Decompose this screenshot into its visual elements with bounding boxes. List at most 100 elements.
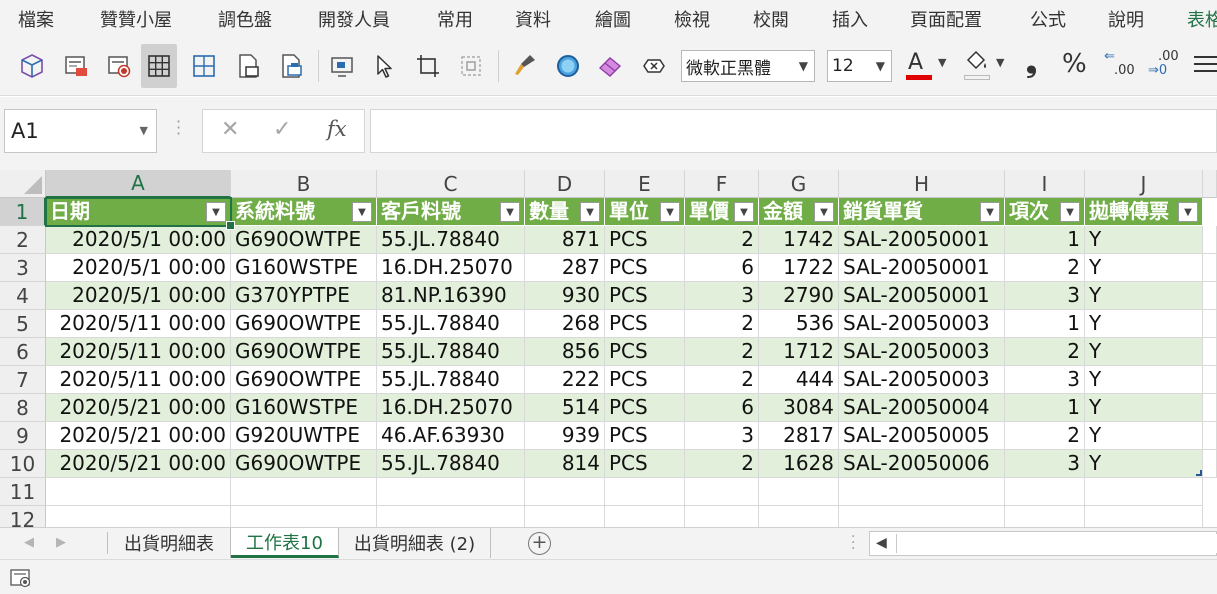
record-macro-icon[interactable] <box>101 44 137 88</box>
table-cell[interactable]: 55.JL.78840 <box>377 366 525 394</box>
ribbon-tab[interactable]: 表格 <box>1187 6 1217 32</box>
ribbon-tab[interactable]: 贊贊小屋 <box>100 6 172 32</box>
table-cell[interactable]: 222 <box>525 366 605 394</box>
row-header[interactable]: 4 <box>0 282 46 310</box>
ribbon-tab[interactable]: 繪圖 <box>595 6 631 32</box>
row-header[interactable]: 1 <box>0 198 46 226</box>
table-cell[interactable]: 2020/5/21 00:00 <box>46 450 231 478</box>
horizontal-scrollbar[interactable]: ◀ <box>869 531 1217 556</box>
table-cell[interactable] <box>1203 366 1217 394</box>
table-cell[interactable]: 55.JL.78840 <box>377 450 525 478</box>
table-cell[interactable]: G690OWTPE <box>231 226 377 254</box>
selection-pane-icon[interactable] <box>453 44 489 88</box>
table-cell[interactable] <box>1085 478 1203 506</box>
decrease-decimal-button[interactable]: ⇐ .00 <box>1104 50 1140 84</box>
table-cell[interactable]: Y <box>1085 422 1203 450</box>
table-header-cell[interactable]: 銷貨單貨 ▼ <box>839 198 1005 226</box>
column-header[interactable]: D <box>525 170 605 198</box>
table-header-cell[interactable]: 系統料號 ▼ <box>231 198 377 226</box>
ribbon-tab[interactable]: 頁面配置 <box>910 6 982 32</box>
row-header[interactable]: 7 <box>0 366 46 394</box>
fill-color-button[interactable]: ▼ <box>962 48 1010 84</box>
name-box[interactable]: A1 ▼ <box>4 109 157 153</box>
row-header[interactable]: 2 <box>0 226 46 254</box>
table-cell[interactable] <box>525 478 605 506</box>
ribbon-tab[interactable]: 檢視 <box>674 6 710 32</box>
table-cell[interactable]: G370YPTPE <box>231 282 377 310</box>
table-cell[interactable] <box>759 506 839 527</box>
table-cell[interactable] <box>685 506 759 527</box>
table-cell[interactable]: 814 <box>525 450 605 478</box>
print-area-icon[interactable] <box>273 44 309 88</box>
font-color-button[interactable]: A ▼ <box>904 48 952 84</box>
column-header[interactable]: C <box>377 170 525 198</box>
select-all-button[interactable] <box>0 170 46 198</box>
row-header[interactable]: 11 <box>0 478 46 506</box>
filter-dropdown-icon[interactable]: ▼ <box>814 202 834 222</box>
scrollbar-thumb[interactable] <box>896 534 1217 553</box>
table-cell[interactable]: 1722 <box>759 254 839 282</box>
table-cell[interactable]: 2 <box>685 450 759 478</box>
select-objects-icon[interactable] <box>325 44 361 88</box>
table-header-cell[interactable]: 數量 ▼ <box>525 198 605 226</box>
table-cell[interactable] <box>605 506 685 527</box>
table-cell[interactable]: 2 <box>685 226 759 254</box>
table-cell[interactable]: PCS <box>605 422 685 450</box>
sheet-tab[interactable]: 出貨明細表 <box>108 528 231 558</box>
table-cell[interactable] <box>685 478 759 506</box>
row-header[interactable]: 6 <box>0 338 46 366</box>
table-cell[interactable]: 1 <box>1005 310 1085 338</box>
table-cell[interactable]: G160WSTPE <box>231 394 377 422</box>
table-cell[interactable] <box>377 478 525 506</box>
table-cell[interactable]: G690OWTPE <box>231 310 377 338</box>
eraser-icon[interactable] <box>592 44 628 88</box>
table-cell[interactable] <box>839 506 1005 527</box>
row-header[interactable]: 3 <box>0 254 46 282</box>
row-header[interactable]: 8 <box>0 394 46 422</box>
print-preview-icon[interactable] <box>58 44 94 88</box>
table-cell[interactable]: Y <box>1085 254 1203 282</box>
border-grid-icon[interactable] <box>186 44 222 88</box>
table-cell[interactable] <box>1203 338 1217 366</box>
page-setup-icon[interactable] <box>230 44 266 88</box>
table-cell[interactable]: 2790 <box>759 282 839 310</box>
3d-model-icon[interactable] <box>14 44 50 88</box>
table-cell[interactable]: 2020/5/11 00:00 <box>46 366 231 394</box>
table-header-cell[interactable]: 項次 ▼ <box>1005 198 1085 226</box>
table-cell[interactable]: 268 <box>525 310 605 338</box>
table-cell[interactable]: G160WSTPE <box>231 254 377 282</box>
table-cell[interactable]: 930 <box>525 282 605 310</box>
table-header-cell[interactable]: 單位 ▼ <box>605 198 685 226</box>
table-cell[interactable]: Y <box>1085 310 1203 338</box>
table-cell[interactable]: 2020/5/1 00:00 <box>46 282 231 310</box>
table-cell[interactable]: SAL-20050003 <box>839 310 1005 338</box>
scroll-grip-icon[interactable]: · · · <box>851 530 857 556</box>
table-cell[interactable]: 2 <box>1005 338 1085 366</box>
table-cell[interactable]: Y <box>1085 366 1203 394</box>
font-name-select[interactable]: 微軟正黑體 ▼ <box>681 50 815 82</box>
ribbon-tab[interactable]: 校閱 <box>753 6 789 32</box>
percent-style-button[interactable]: % <box>1062 49 1087 79</box>
filter-dropdown-icon[interactable]: ▼ <box>580 202 600 222</box>
table-cell[interactable]: SAL-20050006 <box>839 450 1005 478</box>
table-cell[interactable]: 3 <box>1005 282 1085 310</box>
table-cell[interactable]: 444 <box>759 366 839 394</box>
table-cell[interactable] <box>1203 394 1217 422</box>
ribbon-tab[interactable]: 插入 <box>832 6 868 32</box>
ribbon-tab[interactable]: 常用 <box>437 6 473 32</box>
table-cell[interactable]: SAL-20050004 <box>839 394 1005 422</box>
row-header[interactable]: 5 <box>0 310 46 338</box>
table-cell[interactable]: 2 <box>1005 254 1085 282</box>
table-cell[interactable]: SAL-20050005 <box>839 422 1005 450</box>
table-cell[interactable]: SAL-20050003 <box>839 338 1005 366</box>
table-cell[interactable]: PCS <box>605 366 685 394</box>
filter-dropdown-icon[interactable]: ▼ <box>206 202 226 222</box>
table-cell[interactable]: 3 <box>685 422 759 450</box>
table-cell[interactable] <box>1085 506 1203 527</box>
table-cell[interactable]: 6 <box>685 394 759 422</box>
table-cell[interactable] <box>1203 254 1217 282</box>
table-cell[interactable] <box>1203 450 1217 478</box>
table-cell[interactable] <box>1203 282 1217 310</box>
table-cell[interactable] <box>1203 310 1217 338</box>
table-cell[interactable]: G690OWTPE <box>231 366 377 394</box>
